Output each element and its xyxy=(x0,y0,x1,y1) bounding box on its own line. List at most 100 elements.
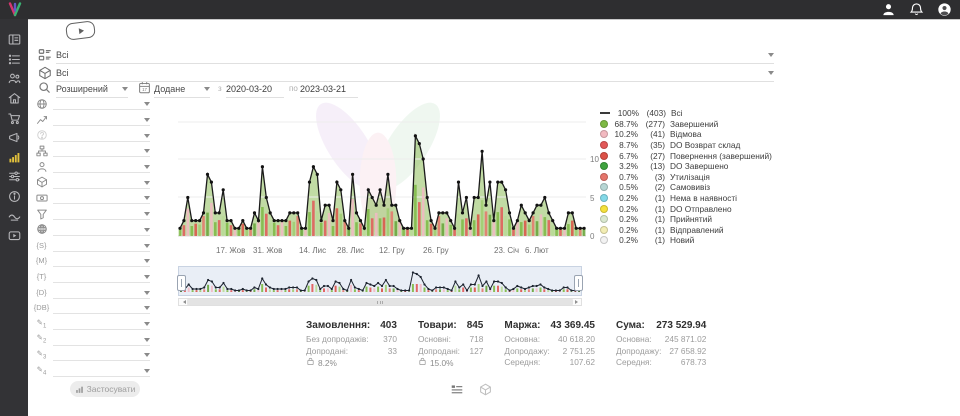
sidebar-item-settings-sliders[interactable] xyxy=(0,167,28,187)
legend-label: DO Завершено xyxy=(670,161,728,171)
video-help-bubble-icon[interactable] xyxy=(65,20,96,40)
sidebar-item-statistics[interactable] xyxy=(0,148,28,168)
filter-row-6 xyxy=(34,190,150,206)
chevron-down-icon xyxy=(144,306,150,313)
legend-label: DO Возврат склад xyxy=(670,140,740,150)
person-icon xyxy=(34,160,49,173)
legend-item-5[interactable]: 3.2% (13) DO Завершено xyxy=(600,161,772,172)
legend-item-11[interactable]: 0.2% (1) Відправлений xyxy=(600,225,772,236)
legend-percent: 100% xyxy=(613,108,639,118)
filter-row-9: {S} xyxy=(34,237,150,253)
legend-item-0[interactable]: 100% (403) Всі xyxy=(600,108,772,119)
filter-select-7[interactable] xyxy=(53,207,150,220)
filter-select-10[interactable] xyxy=(53,254,150,267)
filter-select-16[interactable] xyxy=(53,348,150,361)
sidebar-item-video-tutorials[interactable] xyxy=(0,226,28,246)
sidebar-item-warehouse[interactable] xyxy=(0,89,28,109)
stat-value: 273 529.94 xyxy=(656,320,706,331)
legend-label: Всі xyxy=(671,108,683,118)
package-view-icon[interactable] xyxy=(479,383,493,396)
date-field-select[interactable]: Додане xyxy=(154,80,210,98)
legend-label: Повернення (завершений) xyxy=(670,151,772,161)
filter-select-0[interactable] xyxy=(53,97,150,110)
legend-dot-swatch xyxy=(600,141,608,149)
notifications-bell-icon[interactable] xyxy=(909,2,924,17)
stat-sub-value: 27 658.92 xyxy=(669,346,706,358)
filter-select-6[interactable] xyxy=(53,191,150,204)
chart-navigator[interactable] xyxy=(178,266,582,296)
search-icon[interactable] xyxy=(38,81,52,95)
legend-label: Завершений xyxy=(670,119,718,129)
legend-item-10[interactable]: 0.2% (1) Прийнятий xyxy=(600,214,772,225)
chevron-down-icon xyxy=(144,149,150,156)
sidebar xyxy=(0,19,28,416)
x-tick-label: 14. Лис xyxy=(299,246,326,255)
profile-icon[interactable] xyxy=(881,2,896,17)
legend-percent: 0.7% xyxy=(612,172,638,182)
filter-row-2 xyxy=(34,127,150,143)
legend-item-6[interactable]: 0.7% (3) Утилізація xyxy=(600,172,772,183)
stat-sub-label: Допродажу: xyxy=(504,346,549,358)
chevron-down-icon xyxy=(144,228,150,235)
filter-select-11[interactable] xyxy=(53,270,150,283)
topbar-actions xyxy=(881,1,952,18)
stat-sub-label: Середня: xyxy=(504,357,540,369)
stat-sub-label: Без допродажів: xyxy=(306,334,369,346)
custom-field-icon: {T} xyxy=(37,272,47,281)
filter-select-14[interactable] xyxy=(53,317,150,330)
legend-item-9[interactable]: 0.2% (1) DO Отправлено xyxy=(600,203,772,214)
navigator-right-handle[interactable] xyxy=(574,275,583,291)
chart-scrollbar[interactable] xyxy=(178,298,582,306)
chevron-down-icon xyxy=(144,196,150,203)
sidebar-item-partners[interactable] xyxy=(0,206,28,226)
sidebar-item-customers[interactable] xyxy=(0,69,28,89)
sidebar-item-cart[interactable] xyxy=(0,108,28,128)
scroll-right-arrow-icon[interactable] xyxy=(573,299,581,305)
sidebar-item-dashboard[interactable] xyxy=(0,30,28,50)
legend-item-7[interactable]: 0.5% (2) Самовивіз xyxy=(600,182,772,193)
category-filter-select[interactable]: Всі xyxy=(56,46,774,64)
legend-item-2[interactable]: 10.2% (41) Відмова xyxy=(600,129,772,140)
brand-logo-icon[interactable] xyxy=(7,2,23,17)
sidebar-item-info[interactable] xyxy=(0,187,28,207)
filter-select-12[interactable] xyxy=(53,286,150,299)
account-avatar-icon[interactable] xyxy=(937,2,952,17)
globe-grid-icon xyxy=(34,223,49,236)
list-view-icon[interactable] xyxy=(450,383,464,396)
filter-select-2[interactable] xyxy=(53,129,150,142)
filter-row-16: ✎3 xyxy=(34,347,150,363)
legend-percent: 0.2% xyxy=(612,193,638,203)
filter-select-5[interactable] xyxy=(53,176,150,189)
legend-item-12[interactable]: 0.2% (1) Новий xyxy=(600,235,772,246)
legend-item-8[interactable]: 0.2% (1) Нема в наявності xyxy=(600,193,772,204)
legend-item-4[interactable]: 6.7% (27) Повернення (завершений) xyxy=(600,150,772,161)
stat-column-0: Замовлення:403Без допродажів:370Допродан… xyxy=(306,320,397,369)
sidebar-item-marketing[interactable] xyxy=(0,128,28,148)
text-icon: {S} xyxy=(34,239,49,252)
bag-icon xyxy=(306,357,315,369)
filter-select-3[interactable] xyxy=(53,144,150,157)
sidebar-item-orders-list[interactable] xyxy=(0,50,28,70)
legend-item-1[interactable]: 68.7% (277) Завершений xyxy=(600,119,772,130)
filter-select-17[interactable] xyxy=(53,364,150,377)
filter-select-8[interactable] xyxy=(53,223,150,236)
filter-select-1[interactable] xyxy=(53,113,150,126)
filter-select-15[interactable] xyxy=(53,333,150,346)
stat-sub-value: 678.73 xyxy=(681,357,706,369)
play-icon xyxy=(78,27,84,34)
apply-button[interactable]: Застосувати xyxy=(70,381,140,397)
filter-select-9[interactable] xyxy=(53,239,150,252)
scrollbar-thumb[interactable] xyxy=(187,299,573,305)
date-from-input[interactable]: 2020-03-20 xyxy=(226,80,284,98)
legend-label: Самовивіз xyxy=(670,182,710,192)
legend-count: (27) xyxy=(638,151,665,161)
legend-percent: 3.2% xyxy=(612,161,638,171)
navigator-left-handle[interactable] xyxy=(177,275,186,291)
chevron-down-icon xyxy=(144,118,150,125)
scroll-left-arrow-icon[interactable] xyxy=(179,299,187,305)
filter-select-4[interactable] xyxy=(53,160,150,173)
filter-select-13[interactable] xyxy=(53,301,150,314)
chevron-down-icon xyxy=(144,212,150,219)
date-to-label: по xyxy=(289,84,298,93)
legend-item-3[interactable]: 8.7% (35) DO Возврат склад xyxy=(600,140,772,151)
